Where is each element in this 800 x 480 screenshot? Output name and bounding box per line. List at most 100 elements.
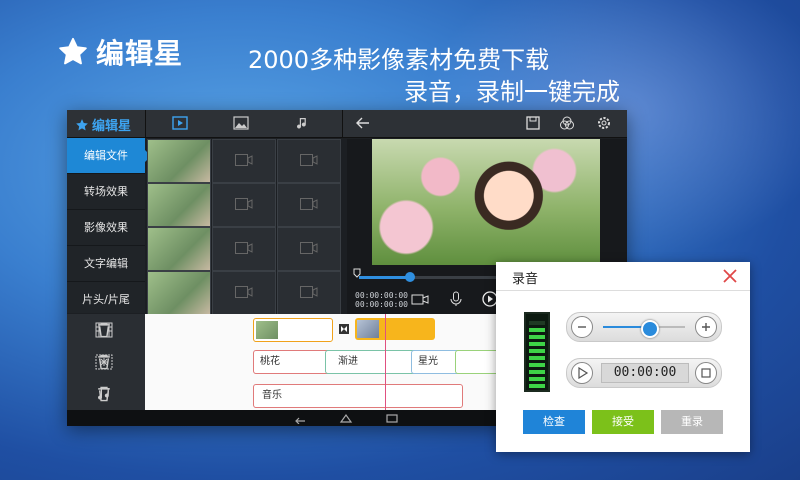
dialog-title: 录音 — [512, 272, 539, 287]
record-timer: 00:00:00 — [601, 363, 689, 383]
video-camera-icon — [235, 198, 253, 210]
dialog-header: 录音 — [496, 262, 750, 291]
app-toolbar: 编辑星 — [67, 110, 627, 138]
app-logo-text: 编辑星 — [92, 119, 132, 134]
home-nav-icon[interactable] — [339, 412, 353, 424]
close-icon[interactable] — [722, 268, 738, 284]
media-grid — [147, 139, 341, 315]
text-clip[interactable]: 渐进 — [325, 350, 421, 374]
sidebar-item-transition[interactable]: 转场效果 — [67, 174, 145, 210]
play-icon — [578, 367, 589, 379]
timeline-playhead[interactable] — [385, 314, 386, 410]
total-time: 00:00:00:00 — [355, 300, 408, 309]
level-meter-bar — [529, 321, 545, 325]
level-meter-bar — [529, 363, 545, 367]
text-track-header — [67, 346, 145, 379]
video-camera-icon — [235, 242, 253, 254]
video-camera-icon — [300, 242, 318, 254]
record-control: 00:00:00 — [566, 358, 722, 388]
level-meter-bar — [529, 342, 545, 346]
media-thumbnail[interactable] — [147, 139, 211, 183]
audio-level-meter — [524, 312, 550, 392]
volume-up-button[interactable] — [695, 316, 717, 338]
volume-slider-handle[interactable] — [641, 320, 660, 338]
trash-icon[interactable] — [95, 322, 113, 338]
trash-icon[interactable] — [95, 354, 113, 370]
volume-down-button[interactable] — [571, 316, 593, 338]
audio-track-header — [67, 378, 145, 411]
video-camera-icon — [235, 154, 253, 166]
video-tab-icon[interactable] — [172, 115, 188, 131]
media-slot[interactable] — [212, 139, 276, 183]
promo-tagline-1: 2000多种影像素材免费下载 — [248, 46, 550, 74]
media-thumbnail[interactable] — [147, 183, 211, 227]
brand-logo: 编辑星 — [58, 32, 183, 72]
media-slot[interactable] — [212, 227, 276, 271]
video-camera-icon — [300, 286, 318, 298]
media-slot[interactable] — [212, 271, 276, 315]
minus-icon — [578, 326, 586, 328]
volume-control — [566, 312, 722, 342]
recent-apps-icon[interactable] — [385, 412, 399, 424]
level-meter-bar — [529, 328, 545, 332]
trash-icon[interactable] — [95, 386, 113, 402]
video-camera-icon — [300, 154, 318, 166]
transition-icon[interactable] — [339, 324, 349, 334]
record-play-button[interactable] — [571, 362, 593, 384]
level-meter-bar — [529, 377, 545, 381]
video-track-header — [67, 314, 145, 347]
level-meter-bar — [529, 384, 545, 388]
current-time: 00:00:00:00 — [355, 291, 408, 300]
video-camera-icon[interactable] — [411, 291, 429, 307]
preview-image — [372, 139, 600, 265]
sidebar-item-text-edit[interactable]: 文字编辑 — [67, 246, 145, 282]
save-icon[interactable] — [525, 115, 541, 131]
sidebar-item-intro-outro[interactable]: 片头/片尾 — [67, 282, 145, 318]
media-thumbnail[interactable] — [147, 271, 211, 315]
text-clip[interactable]: 桃花 — [253, 350, 333, 374]
sidebar-item-edit-file[interactable]: 编辑文件 — [67, 138, 151, 174]
clip-thumbnail — [357, 320, 379, 338]
stop-icon — [701, 368, 711, 378]
media-slot[interactable] — [277, 183, 341, 227]
media-slot[interactable] — [277, 271, 341, 315]
rerecord-button[interactable]: 重录 — [661, 410, 723, 434]
volume-slider[interactable] — [603, 320, 685, 338]
filter-icon[interactable] — [559, 115, 575, 131]
app-logo: 编辑星 — [75, 115, 131, 134]
video-camera-icon — [300, 198, 318, 210]
check-button[interactable]: 检查 — [523, 410, 585, 434]
level-meter-bar — [529, 349, 545, 353]
accept-button[interactable]: 接受 — [592, 410, 654, 434]
video-clip-selected[interactable] — [355, 318, 435, 340]
level-meter-bar — [529, 335, 545, 339]
microphone-icon[interactable] — [447, 291, 465, 307]
level-meter-bar — [529, 356, 545, 360]
back-nav-icon[interactable] — [293, 412, 307, 424]
scrubber-fill — [359, 276, 411, 279]
audio-clip[interactable]: 音乐 — [253, 384, 463, 408]
record-dialog: 录音 00:00:00 检查 接受 重录 — [496, 262, 750, 452]
plus-icon — [702, 323, 710, 331]
function-sidebar: 编辑文件 转场效果 影像效果 文字编辑 片头/片尾 — [67, 138, 151, 318]
toolbar-divider — [342, 110, 343, 137]
gear-icon[interactable] — [596, 115, 612, 131]
scrubber-handle[interactable] — [405, 272, 416, 282]
sidebar-item-image-effect[interactable]: 影像效果 — [67, 210, 145, 246]
level-meter-bar — [529, 370, 545, 374]
media-slot[interactable] — [212, 183, 276, 227]
star-icon — [59, 37, 87, 65]
toolbar-divider — [145, 110, 146, 137]
record-stop-button[interactable] — [695, 362, 717, 384]
music-tab-icon[interactable] — [295, 115, 311, 131]
promo-tagline-2: 录音，录制一键完成 — [404, 78, 620, 106]
brand-name: 编辑星 — [96, 37, 184, 70]
media-thumbnail[interactable] — [147, 227, 211, 271]
clip-thumbnail — [256, 321, 278, 339]
video-clip[interactable] — [253, 318, 333, 342]
image-tab-icon[interactable] — [233, 115, 249, 131]
back-arrow-icon[interactable] — [355, 115, 371, 131]
media-slot[interactable] — [277, 227, 341, 271]
media-slot[interactable] — [277, 139, 341, 183]
video-camera-icon — [235, 286, 253, 298]
